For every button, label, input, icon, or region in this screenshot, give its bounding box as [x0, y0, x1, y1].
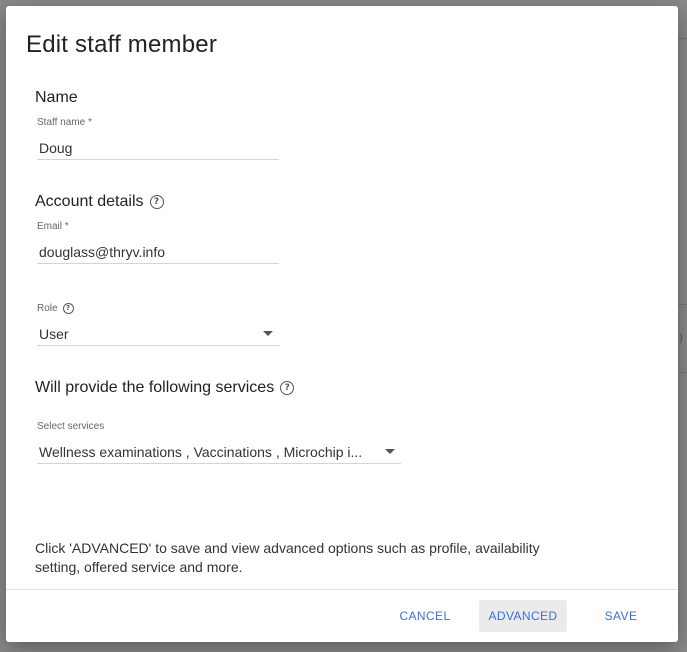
section-services-label: Will provide the following services: [35, 379, 275, 396]
email-input-wrapper: [37, 240, 279, 264]
email-label: Email *: [37, 220, 69, 232]
chevron-down-icon: [385, 449, 395, 454]
staff-name-label: Staff name *: [37, 116, 92, 128]
services-select-value: Wellness examinations , Vaccinations , M…: [39, 443, 363, 460]
help-circle-icon[interactable]: ?: [62, 302, 74, 314]
services-label: Select services: [37, 420, 105, 432]
section-account-title: Account details ?: [35, 193, 164, 211]
staff-name-input-wrapper: [37, 136, 279, 160]
section-account-label: Account details: [35, 193, 144, 210]
services-field: Select services Wellness examinations , …: [37, 420, 401, 464]
section-name-label: Name: [35, 89, 78, 106]
chevron-down-icon: [263, 331, 273, 336]
role-label-row: Role ?: [37, 302, 279, 314]
dialog-title: Edit staff member: [26, 31, 218, 58]
services-select[interactable]: Wellness examinations , Vaccinations , M…: [37, 440, 401, 464]
help-circle-icon[interactable]: ?: [280, 381, 295, 395]
cancel-button[interactable]: CANCEL: [391, 600, 459, 632]
email-field: Email *: [37, 220, 279, 264]
advanced-info-text: Click 'ADVANCED' to save and view advanc…: [35, 540, 540, 575]
save-button[interactable]: SAVE: [590, 600, 652, 632]
section-name-title: Name: [35, 89, 78, 107]
edit-staff-dialog: Edit staff member Name Staff name * Acco…: [6, 6, 678, 642]
staff-name-field: Staff name *: [37, 116, 279, 160]
role-field: Role ? User: [37, 302, 279, 346]
section-services-title: Will provide the following services ?: [35, 379, 295, 397]
help-circle-icon[interactable]: ?: [149, 195, 164, 209]
email-input[interactable]: [39, 243, 279, 260]
footer-divider: [6, 589, 678, 590]
advanced-button[interactable]: ADVANCED: [479, 600, 567, 632]
role-select-value: User: [39, 325, 69, 342]
backdrop-text: ): [679, 332, 683, 344]
staff-name-input[interactable]: [39, 139, 279, 156]
role-select[interactable]: User: [37, 322, 279, 346]
role-label: Role: [37, 302, 58, 314]
